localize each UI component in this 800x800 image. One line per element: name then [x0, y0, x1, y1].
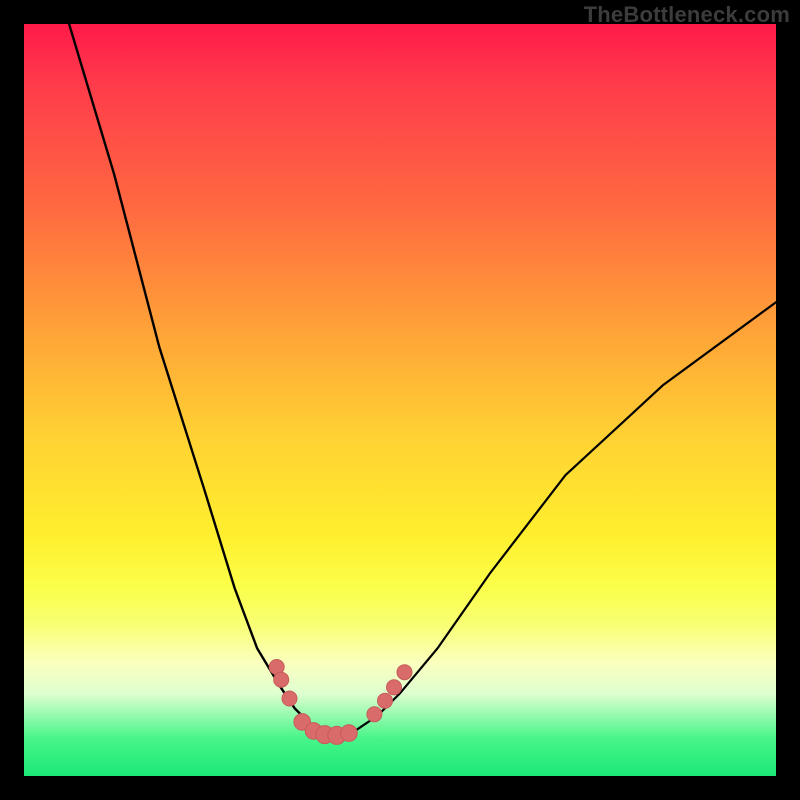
- marker-right-pair-lower: [378, 693, 393, 708]
- marker-right-pair-upper: [387, 680, 402, 695]
- marker-bottom-run-5: [341, 725, 358, 742]
- marker-left-pair-lower: [274, 672, 289, 687]
- chart-svg: [24, 24, 776, 776]
- marker-group: [269, 660, 412, 745]
- curve-left-branch: [69, 24, 325, 731]
- marker-left-single: [282, 691, 297, 706]
- marker-right-single: [367, 707, 382, 722]
- marker-right-top: [397, 665, 412, 680]
- curve-right-branch: [355, 302, 776, 731]
